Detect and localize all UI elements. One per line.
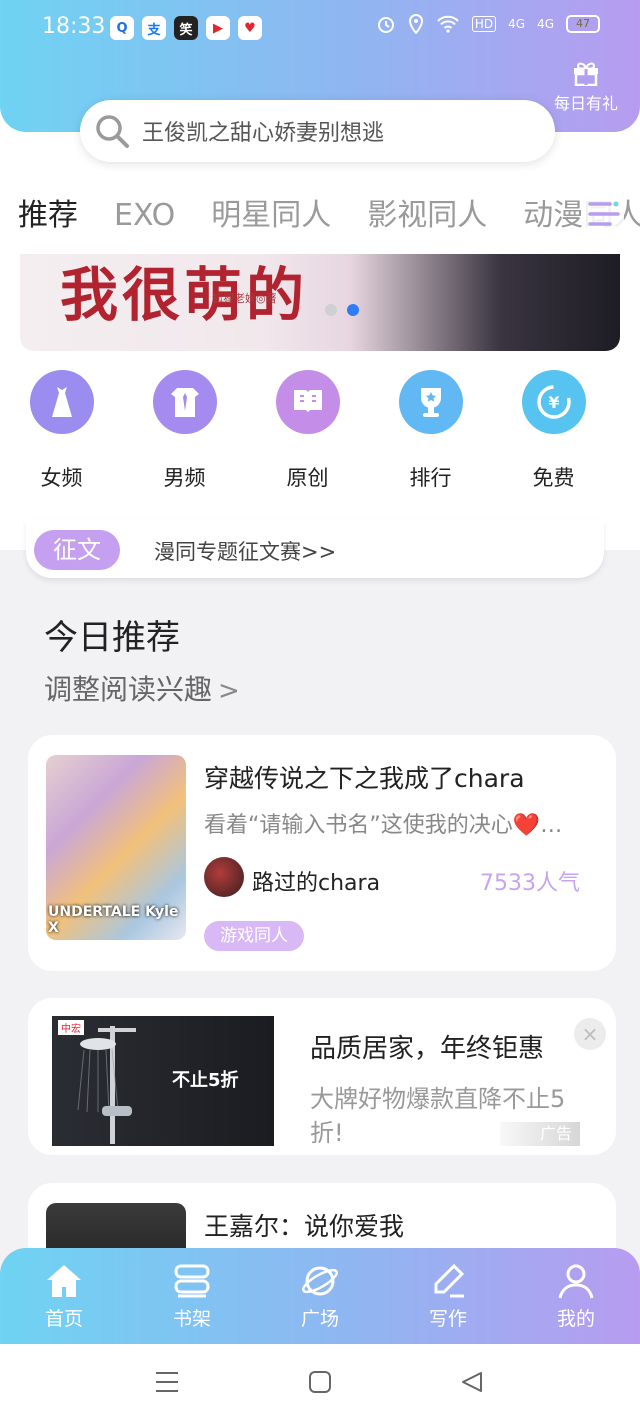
banner-carousel[interactable]: 我很萌的 狐狸老妖◎著: [20, 254, 620, 351]
category-shortcuts: 女频 男频 原创 排行 ¥ 免费: [0, 370, 640, 500]
app-icon: Q: [110, 16, 134, 40]
nav-label: 书架: [172, 1308, 211, 1330]
svg-text:¥: ¥: [548, 393, 559, 412]
author-name: 路过的chara: [252, 871, 381, 896]
recent-apps-icon[interactable]: [154, 1370, 180, 1394]
location-icon: [408, 14, 423, 34]
gift-label: 每日有礼: [553, 94, 618, 113]
book-cover[interactable]: UNDERTALE Kyle X: [46, 755, 186, 940]
gift-icon: [574, 62, 598, 86]
category-label: 原创: [286, 466, 329, 490]
bookshelf-icon: [174, 1264, 210, 1298]
pen-icon: [434, 1263, 465, 1298]
nav-write[interactable]: 写作: [384, 1248, 512, 1344]
search-icon: [96, 115, 129, 148]
hd-badge: HD: [471, 16, 497, 32]
battery-icon: 47: [566, 15, 600, 33]
nav-bookshelf[interactable]: 书架: [128, 1248, 256, 1344]
category-ranking[interactable]: 排行: [369, 370, 492, 500]
banner-dot-active: [347, 304, 359, 316]
category-label: 女频: [40, 466, 83, 490]
category-tabs: 推荐 EXO 明星同人 影视同人 动漫同人: [0, 188, 640, 244]
contest-banner[interactable]: 征文 漫同专题征文赛>>: [26, 520, 604, 578]
category-label: 男频: [163, 466, 206, 490]
genre-tag[interactable]: 游戏同人: [204, 921, 304, 951]
user-icon: [558, 1264, 594, 1299]
bottom-navigation: 首页 书架 广场 写作 我的: [0, 1248, 640, 1344]
category-original[interactable]: 原创: [246, 370, 369, 500]
book-title: 王嘉尔：说你爱我: [204, 1212, 405, 1241]
nav-mine[interactable]: 我的: [512, 1248, 640, 1344]
adjust-interest-label: 调整阅读兴趣: [44, 673, 213, 706]
ad-card[interactable]: 中宏 不止5折 品质居家，年终钜惠 大牌好物爆款直降不止5折! × 广告: [28, 998, 616, 1155]
close-icon[interactable]: ×: [574, 1018, 606, 1050]
contest-tag: 征文: [34, 530, 120, 570]
home-button-icon[interactable]: [308, 1370, 332, 1394]
back-icon[interactable]: [460, 1370, 484, 1394]
signal-4g-2: 4G: [537, 17, 554, 31]
daily-gift-button[interactable]: 每日有礼: [546, 60, 626, 114]
app-icon: 笑: [174, 16, 198, 40]
category-female[interactable]: 女频: [0, 370, 123, 500]
nav-label: 写作: [428, 1308, 467, 1330]
book-title: 穿越传说之下之我成了chara: [204, 764, 525, 793]
ad-sale-text: 不止5折: [172, 1070, 239, 1091]
tab-exo[interactable]: EXO: [96, 188, 193, 244]
adjust-interest-link[interactable]: 调整阅读兴趣 >: [44, 668, 240, 708]
tab-recommend[interactable]: 推荐: [0, 188, 96, 244]
book-description: 看着“请输入书名”这使我的决心❤️…: [204, 813, 563, 838]
ad-badge: 广告: [500, 1122, 580, 1146]
menu-icon: [588, 201, 620, 226]
system-navigation-bar: [0, 1344, 640, 1422]
status-bar: 18:33 Q 支 笑 ▶ ♥ HD 4G 4G 47: [0, 0, 640, 56]
category-label: 排行: [409, 466, 452, 490]
shirt-icon: [152, 370, 217, 434]
banner-author: 狐狸老妖◎著: [212, 292, 277, 305]
contest-text: 漫同专题征文赛>>: [154, 540, 337, 564]
tab-film-fanfic[interactable]: 影视同人: [349, 188, 505, 244]
tab-star-fanfic[interactable]: 明星同人: [193, 188, 349, 244]
status-time: 18:33: [42, 14, 106, 39]
search-placeholder: 王俊凯之甜心娇妻别想逃: [142, 121, 385, 146]
nav-label: 我的: [556, 1308, 595, 1330]
video-app-icon: ▶: [206, 16, 230, 40]
banner-indicator: [325, 304, 359, 316]
category-male[interactable]: 男频: [123, 370, 246, 500]
banner-dot: [325, 304, 337, 316]
nav-label: 首页: [44, 1308, 83, 1330]
book-card[interactable]: UNDERTALE Kyle X 穿越传说之下之我成了chara 看着“请输入书…: [28, 735, 616, 971]
nav-home[interactable]: 首页: [0, 1248, 128, 1344]
nav-square[interactable]: 广场: [256, 1248, 384, 1344]
alarm-icon: [377, 17, 394, 33]
avatar: [204, 857, 244, 897]
signal-4g-1: 4G: [508, 17, 526, 31]
dress-icon: [29, 370, 94, 434]
ad-image: 中宏 不止5折: [52, 1016, 274, 1146]
app-icon: ♥: [238, 16, 262, 40]
battery-level: 47: [576, 17, 590, 30]
planet-icon: [302, 1266, 338, 1296]
trophy-icon: [398, 370, 463, 434]
cover-text: UNDERTALE Kyle X: [48, 904, 179, 936]
chevron-right-icon: >: [218, 676, 240, 706]
home-icon: [47, 1265, 81, 1297]
wifi-icon: [437, 15, 459, 33]
category-free[interactable]: ¥ 免费: [492, 370, 615, 500]
coin-icon: ¥: [521, 370, 586, 434]
tab-menu-button[interactable]: [584, 196, 624, 232]
status-indicators: HD 4G 4G 47: [376, 14, 600, 34]
book-icon: [275, 370, 340, 434]
shower-icon: [77, 1026, 136, 1144]
popularity-count: 7533人气: [480, 871, 580, 896]
nav-label: 广场: [300, 1308, 339, 1330]
ad-title: 品质居家，年终钜惠: [310, 1034, 545, 1064]
search-input[interactable]: 王俊凯之甜心娇妻别想逃: [80, 100, 555, 162]
alipay-icon: 支: [142, 16, 166, 40]
section-title: 今日推荐: [44, 618, 180, 658]
status-app-icons: Q 支 笑 ▶ ♥: [110, 16, 262, 40]
category-label: 免费: [532, 466, 575, 490]
